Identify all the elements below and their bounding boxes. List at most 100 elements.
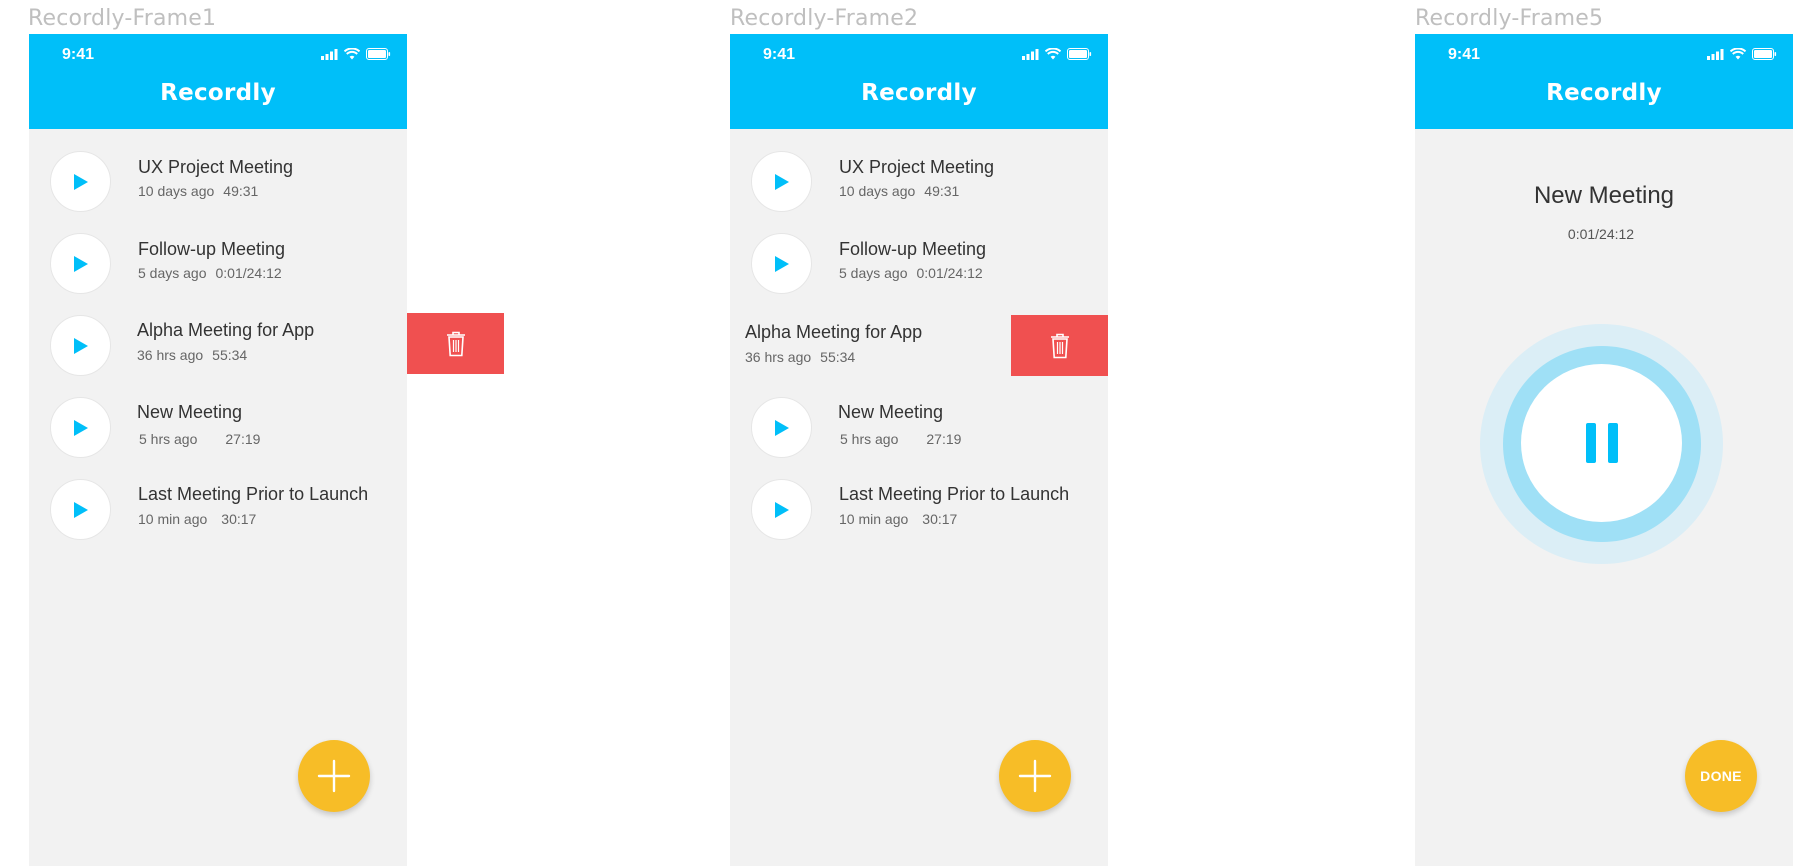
wifi-icon <box>1730 48 1746 60</box>
play-button[interactable] <box>751 151 812 212</box>
recording-title: Alpha Meeting for App <box>745 322 923 342</box>
list-item[interactable]: UX Project Meeting 10 days ago 49:31 <box>29 147 407 217</box>
app-header: 9:41 Recordly <box>730 34 1108 129</box>
recording-duration: 0:01/24:12 <box>916 265 983 281</box>
play-button[interactable] <box>50 151 111 212</box>
recording-duration: 55:34 <box>820 349 856 365</box>
battery-icon <box>1752 48 1777 60</box>
app-title: Recordly <box>1546 80 1662 106</box>
list-item[interactable]: New Meeting 5 hrs ago 27:19 <box>730 393 1108 463</box>
list-item[interactable]: Last Meeting Prior to Launch 10 min ago 3… <box>730 475 1108 545</box>
battery-icon <box>1067 48 1092 60</box>
recording-duration: 49:31 <box>223 183 259 199</box>
frame-label: Recordly-Frame2 <box>730 6 919 31</box>
frame-recording-list: 9:41 Recordly UX Project Meeting 10 days… <box>29 34 407 866</box>
recording-meta: 5 days ago 0:01/24:12 <box>138 265 282 281</box>
app-header: 9:41 Recordly <box>29 34 407 129</box>
recording-meta: 10 days ago 49:31 <box>839 183 959 199</box>
play-button[interactable] <box>50 233 111 294</box>
play-icon <box>774 255 789 272</box>
pause-button[interactable] <box>1521 364 1682 522</box>
list-item[interactable]: UX Project Meeting 10 days ago 49:31 <box>730 147 1108 217</box>
app-title: Recordly <box>160 80 276 106</box>
recording-title: Follow-up Meeting <box>138 239 286 259</box>
play-icon <box>73 337 88 354</box>
recording-meta: 10 days ago 49:31 <box>138 183 258 199</box>
delete-button[interactable] <box>407 313 504 374</box>
play-icon <box>774 173 789 190</box>
recording-age: 10 min ago <box>839 511 909 527</box>
play-button[interactable] <box>50 397 111 458</box>
frame-recording-active: 9:41 Recordly New Meeting 0:01/24:12 DON… <box>1415 34 1793 866</box>
status-time: 9:41 <box>763 46 796 63</box>
frame-recording-list-swiped: 9:41 Recordly UX Project Meeting 10 days… <box>730 34 1108 866</box>
trash-icon <box>446 331 465 356</box>
signal-icon <box>1707 48 1724 60</box>
frame-label: Recordly-Frame5 <box>1415 6 1604 31</box>
recording-age: 5 hrs ago <box>840 431 899 447</box>
recording-title: Last Meeting Prior to Launch <box>839 484 1070 504</box>
list-item[interactable]: Follow-up Meeting 5 days ago 0:01/24:12 <box>29 229 407 299</box>
recording-meta: 36 hrs ago 55:34 <box>137 347 247 363</box>
status-icons <box>321 48 391 60</box>
add-recording-button[interactable] <box>298 740 370 812</box>
list-item[interactable]: Last Meeting Prior to Launch 10 min ago 3… <box>29 475 407 545</box>
done-button[interactable]: DONE <box>1685 740 1757 812</box>
play-button[interactable] <box>751 233 812 294</box>
signal-icon <box>1022 48 1039 60</box>
app-title: Recordly <box>861 80 977 106</box>
list-item[interactable]: Alpha Meeting for App 36 hrs ago 55:34 <box>29 311 407 381</box>
battery-icon <box>366 48 391 60</box>
done-label: DONE <box>1700 768 1742 784</box>
frame-label: Recordly-Frame1 <box>28 6 217 31</box>
pause-icon <box>1585 423 1618 463</box>
recording-title: New Meeting <box>1533 182 1675 209</box>
recording-title: New Meeting <box>137 402 243 422</box>
recording-title: Alpha Meeting for App <box>137 320 315 340</box>
recording-duration: 49:31 <box>924 183 960 199</box>
list-item[interactable]: Follow-up Meeting 5 days ago 0:01/24:12 <box>730 229 1108 299</box>
app-header: 9:41 Recordly <box>1415 34 1793 129</box>
signal-icon <box>321 48 338 60</box>
recording-meta: 10 min ago 30:17 <box>839 511 957 527</box>
wifi-icon <box>1045 48 1061 60</box>
play-icon <box>73 173 88 190</box>
recording-title: Follow-up Meeting <box>839 239 987 259</box>
recording-duration: 30:17 <box>221 511 257 527</box>
recording-duration: 30:17 <box>922 511 958 527</box>
play-icon <box>774 501 789 518</box>
wifi-icon <box>344 48 360 60</box>
recording-meta: 10 min ago 30:17 <box>138 511 256 527</box>
recording-age: 10 days ago <box>839 183 916 199</box>
recording-age: 5 days ago <box>138 265 207 281</box>
recording-title: New Meeting <box>838 402 944 422</box>
list-item-swiped[interactable]: Alpha Meeting for App 36 hrs ago 55:34 <box>730 313 1108 383</box>
recording-duration: 0:01/24:12 <box>215 265 282 281</box>
recording-meta: 5 days ago 0:01/24:12 <box>839 265 983 281</box>
recording-meta: 5 hrs ago 27:19 <box>840 431 961 447</box>
play-button[interactable] <box>751 479 812 540</box>
recording-title: Last Meeting Prior to Launch <box>138 484 369 504</box>
recording-meta: 5 hrs ago 27:19 <box>139 431 260 447</box>
play-icon <box>73 419 88 436</box>
add-recording-button[interactable] <box>999 740 1071 812</box>
play-icon <box>774 419 789 436</box>
recording-duration: 27:19 <box>926 431 962 447</box>
play-icon <box>73 501 88 518</box>
recording-duration: 27:19 <box>225 431 261 447</box>
recording-age: 36 hrs ago <box>137 347 204 363</box>
delete-button[interactable] <box>1011 315 1108 376</box>
list-item[interactable]: New Meeting 5 hrs ago 27:19 <box>29 393 407 463</box>
play-button[interactable] <box>50 315 111 376</box>
recording-time: 0:01/24:12 <box>1567 226 1635 242</box>
status-time: 9:41 <box>62 46 95 63</box>
recording-age: 10 days ago <box>138 183 215 199</box>
status-icons <box>1022 48 1092 60</box>
play-button[interactable] <box>50 479 111 540</box>
status-time: 9:41 <box>1448 46 1481 63</box>
recording-meta: 36 hrs ago 55:34 <box>745 349 855 365</box>
recording-title: UX Project Meeting <box>138 157 294 177</box>
play-button[interactable] <box>751 397 812 458</box>
trash-icon <box>1050 333 1069 358</box>
play-icon <box>73 255 88 272</box>
